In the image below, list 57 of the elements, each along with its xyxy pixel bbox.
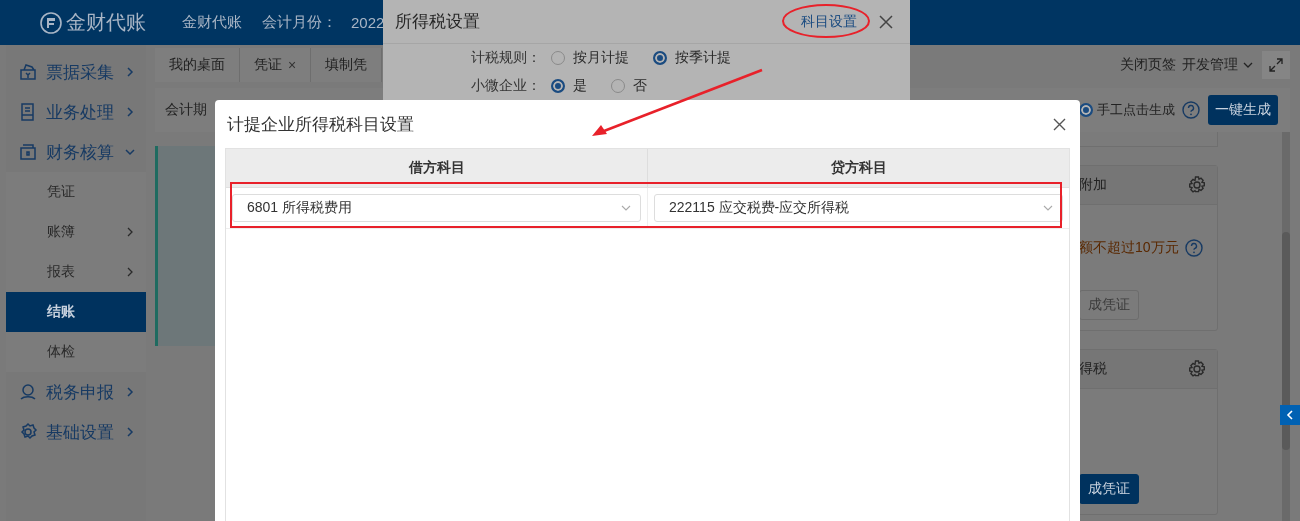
- gear-icon: [18, 422, 38, 442]
- period-label: 会计期: [165, 101, 207, 119]
- inbox-icon: [18, 62, 38, 82]
- close-icon[interactable]: [879, 14, 893, 29]
- option-label: 按月计提: [573, 49, 629, 67]
- gear-icon[interactable]: [1187, 359, 1207, 379]
- sidebar-subitem[interactable]: 报表: [6, 252, 146, 292]
- generate-button[interactable]: 一键生成: [1208, 95, 1278, 125]
- company-name[interactable]: 金财代账: [182, 13, 242, 32]
- column-header: 借方科目: [226, 149, 648, 187]
- radio-button[interactable]: [551, 79, 565, 93]
- radio-button[interactable]: [653, 51, 667, 65]
- voucher-button[interactable]: 成凭证: [1079, 474, 1139, 504]
- column-header: 贷方科目: [829, 158, 888, 177]
- tab[interactable]: 凭证 ×: [240, 48, 312, 82]
- badge-icon: [18, 382, 38, 402]
- sidebar-item[interactable]: 税务申报: [6, 372, 146, 412]
- field-label: 小微企业：: [470, 77, 541, 95]
- dialog-title: 所得税设置: [395, 11, 481, 33]
- account-select[interactable]: 222115 应交税费-应交所得税: [654, 194, 1063, 222]
- register-icon: [18, 142, 38, 162]
- card-title: 得税: [1079, 360, 1107, 378]
- period-value[interactable]: 2022: [351, 14, 385, 31]
- close-icon[interactable]: [1053, 117, 1066, 131]
- period-label: 会计月份：: [262, 13, 337, 32]
- help-icon[interactable]: [1182, 101, 1200, 119]
- close-tabs-link[interactable]: 关闭页签: [1120, 56, 1176, 74]
- option-label: 否: [633, 77, 647, 95]
- option-label: 是: [573, 77, 587, 95]
- sidebar-subitem[interactable]: 体检: [6, 332, 146, 372]
- tab[interactable]: 我的桌面: [155, 48, 240, 82]
- sidebar-item[interactable]: 财务核算: [6, 132, 146, 172]
- note-text: 额不超过10万元: [1079, 238, 1179, 257]
- chevron-left-icon: [1286, 410, 1294, 420]
- logo-icon: [40, 11, 62, 34]
- gear-icon[interactable]: [1187, 175, 1207, 195]
- expand-icon: [1268, 57, 1284, 73]
- sidebar-item[interactable]: 业务处理: [6, 92, 146, 132]
- fullscreen-button[interactable]: [1262, 51, 1290, 79]
- field-label: 计税规则：: [470, 49, 541, 67]
- admin-menu[interactable]: 开发管理: [1182, 56, 1254, 74]
- sidebar-subitem[interactable]: 结账: [6, 292, 146, 332]
- sidebar-subitem[interactable]: 凭证: [6, 172, 146, 212]
- sidebar-item[interactable]: 基础设置: [6, 412, 146, 452]
- card-title: 附加: [1079, 176, 1107, 194]
- scrollbar[interactable]: [1282, 132, 1290, 521]
- account-select[interactable]: 6801 所得税费用: [232, 194, 641, 222]
- app-logo: 金财代账: [66, 10, 146, 35]
- help-icon[interactable]: [1184, 238, 1203, 257]
- option-label: 手工点击生成: [1097, 101, 1175, 119]
- tab[interactable]: 填制凭: [311, 48, 383, 82]
- option-label: 按季计提: [675, 49, 731, 67]
- sidebar-subitem[interactable]: 账簿: [6, 212, 146, 252]
- subject-settings-link[interactable]: 科目设置: [801, 12, 857, 31]
- sidebar-item[interactable]: 票据采集: [6, 52, 146, 92]
- collapse-tab[interactable]: [1280, 405, 1300, 425]
- dialog-title: 计提企业所得税科目设置: [227, 113, 414, 136]
